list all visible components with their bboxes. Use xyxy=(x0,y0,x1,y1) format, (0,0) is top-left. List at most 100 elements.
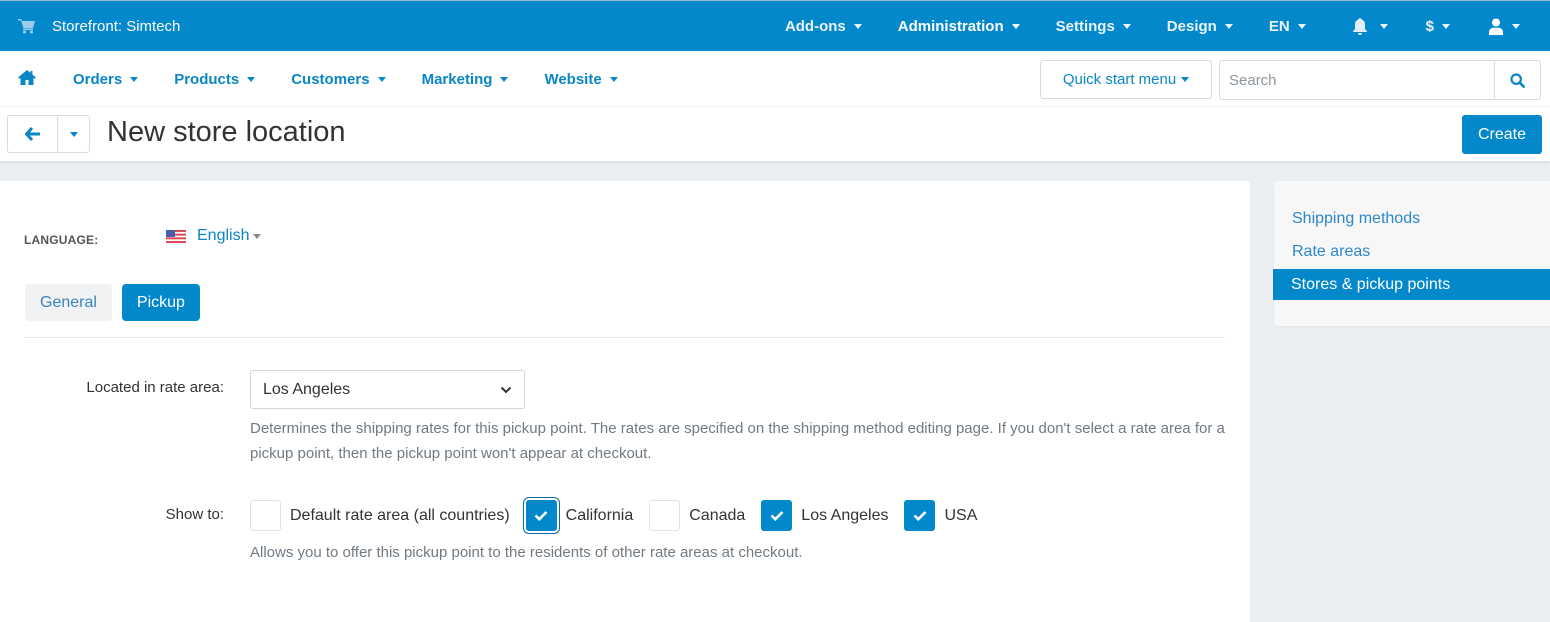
chevron-down-icon xyxy=(500,386,512,393)
language-value: English xyxy=(197,227,250,244)
content-panel: LANGUAGE: English General Pickup Located… xyxy=(0,181,1250,622)
nav-label: Orders xyxy=(73,70,123,88)
search-icon xyxy=(1510,72,1525,88)
caret-down-icon xyxy=(253,233,262,239)
rate-area-value: Los Angeles xyxy=(263,380,351,398)
caret-down-icon xyxy=(69,131,78,137)
storefront-name: Storefront: Simtech xyxy=(52,17,181,35)
top-menu-label: Add-ons xyxy=(784,17,846,35)
quick-start-menu-button[interactable]: Quick start menu xyxy=(1040,60,1212,99)
checkbox-box[interactable] xyxy=(250,500,281,531)
history-dropdown-button[interactable] xyxy=(58,116,89,152)
nav-website[interactable]: Website xyxy=(526,71,635,88)
nav-customers[interactable]: Customers xyxy=(273,71,403,88)
rate-area-help: Determines the shipping rates for this p… xyxy=(250,420,1225,462)
nav-marketing[interactable]: Marketing xyxy=(404,71,527,88)
top-menu-label: EN xyxy=(1268,17,1290,35)
top-menu-label: Administration xyxy=(897,17,1004,35)
create-button[interactable]: Create xyxy=(1462,115,1542,154)
user-menu[interactable] xyxy=(1470,1,1550,51)
tab-general[interactable]: General xyxy=(25,284,112,321)
language-label: LANGUAGE: xyxy=(24,233,99,247)
rate-area-select[interactable]: Los Angeles xyxy=(250,370,525,409)
page-title: New store location xyxy=(107,116,346,148)
rate-area-label: Located in rate area: xyxy=(86,379,224,396)
user-icon xyxy=(1489,18,1503,35)
checkbox-label: Canada xyxy=(689,506,746,524)
caret-down-icon xyxy=(1122,23,1131,29)
currency-menu[interactable]: $ xyxy=(1408,1,1470,51)
caret-down-icon xyxy=(1379,23,1388,29)
checkbox-california[interactable]: California xyxy=(525,500,634,531)
show-to-help: Allows you to offer this pickup point to… xyxy=(250,544,803,561)
top-menu-settings[interactable]: Settings xyxy=(1038,1,1149,51)
caret-down-icon xyxy=(500,76,509,82)
dollar-icon: $ xyxy=(1425,17,1434,35)
cart-icon xyxy=(18,19,35,34)
checkbox-box[interactable] xyxy=(761,500,793,531)
nav-orders[interactable]: Orders xyxy=(55,71,156,88)
show-to-checkboxes: Default rate area (all countries) Califo… xyxy=(250,500,993,531)
caret-down-icon xyxy=(609,76,618,82)
language-menu[interactable]: EN xyxy=(1251,1,1334,51)
checkbox-label: California xyxy=(565,506,634,524)
checkbox-label: USA xyxy=(944,506,978,524)
checkbox-label: Default rate area (all countries) xyxy=(290,506,510,524)
nav-label: Marketing xyxy=(421,70,493,88)
check-icon xyxy=(913,511,927,521)
nav-label: Website xyxy=(544,70,602,88)
caret-down-icon xyxy=(1512,23,1520,29)
top-menu-administration[interactable]: Administration xyxy=(880,1,1038,51)
arrow-left-icon xyxy=(24,127,40,141)
back-button[interactable] xyxy=(8,116,58,152)
caret-down-icon xyxy=(1011,23,1020,29)
search-input[interactable] xyxy=(1220,61,1494,99)
tabs-divider xyxy=(25,337,1225,338)
caret-down-icon xyxy=(1224,23,1233,29)
top-menu-design[interactable]: Design xyxy=(1149,1,1251,51)
main-nav: Orders Products Customers Marketing Webs… xyxy=(0,51,1550,107)
caret-down-icon xyxy=(1442,23,1450,29)
checkbox-usa[interactable]: USA xyxy=(904,500,977,531)
show-to-label: Show to: xyxy=(165,506,224,523)
caret-down-icon xyxy=(247,76,256,82)
caret-down-icon xyxy=(377,76,386,82)
sidebar-item-stores-pickup-points[interactable]: Stores & pickup points xyxy=(1273,269,1550,300)
caret-down-icon xyxy=(1297,23,1306,29)
checkbox-los-angeles[interactable]: Los Angeles xyxy=(761,500,888,531)
caret-down-icon xyxy=(130,76,139,82)
storefront-switcher[interactable]: Storefront: Simtech xyxy=(18,1,180,51)
title-bar: New store location Create xyxy=(0,107,1550,161)
checkbox-default-rate-area[interactable]: Default rate area (all countries) xyxy=(250,500,510,531)
search-button[interactable] xyxy=(1494,61,1540,99)
search-box xyxy=(1219,60,1541,100)
main-menu: Orders Products Customers Marketing Webs… xyxy=(55,51,636,107)
home-icon[interactable] xyxy=(18,69,36,85)
caret-down-icon xyxy=(1181,77,1190,82)
bell-icon xyxy=(1352,17,1367,35)
sidebar-item-rate-areas[interactable]: Rate areas xyxy=(1274,236,1550,267)
top-bar: Storefront: Simtech Add-ons Administrati… xyxy=(0,0,1550,51)
language-selector[interactable]: English xyxy=(166,227,262,245)
top-menu-label: Design xyxy=(1166,17,1217,35)
back-button-group xyxy=(7,115,90,153)
checkbox-box[interactable] xyxy=(525,500,557,531)
checkbox-box[interactable] xyxy=(904,500,936,531)
nav-label: Customers xyxy=(291,70,370,88)
quick-start-label: Quick start menu xyxy=(1062,71,1177,88)
top-menu-addons[interactable]: Add-ons xyxy=(767,1,880,51)
tab-pickup[interactable]: Pickup xyxy=(121,284,200,321)
nav-products[interactable]: Products xyxy=(156,71,273,88)
shipping-sidebar: Shipping methods Rate areas Stores & pic… xyxy=(1273,181,1550,326)
checkbox-box[interactable] xyxy=(649,500,681,531)
nav-label: Products xyxy=(174,70,240,88)
check-icon xyxy=(770,511,784,521)
top-nav: Add-ons Administration Settings Design E… xyxy=(767,1,1550,51)
notifications-menu[interactable] xyxy=(1334,1,1408,51)
checkbox-label: Los Angeles xyxy=(801,506,889,524)
us-flag-icon xyxy=(166,229,186,243)
tabs: General Pickup xyxy=(25,284,200,321)
sidebar-item-shipping-methods[interactable]: Shipping methods xyxy=(1274,203,1550,234)
caret-down-icon xyxy=(853,23,862,29)
checkbox-canada[interactable]: Canada xyxy=(649,500,745,531)
